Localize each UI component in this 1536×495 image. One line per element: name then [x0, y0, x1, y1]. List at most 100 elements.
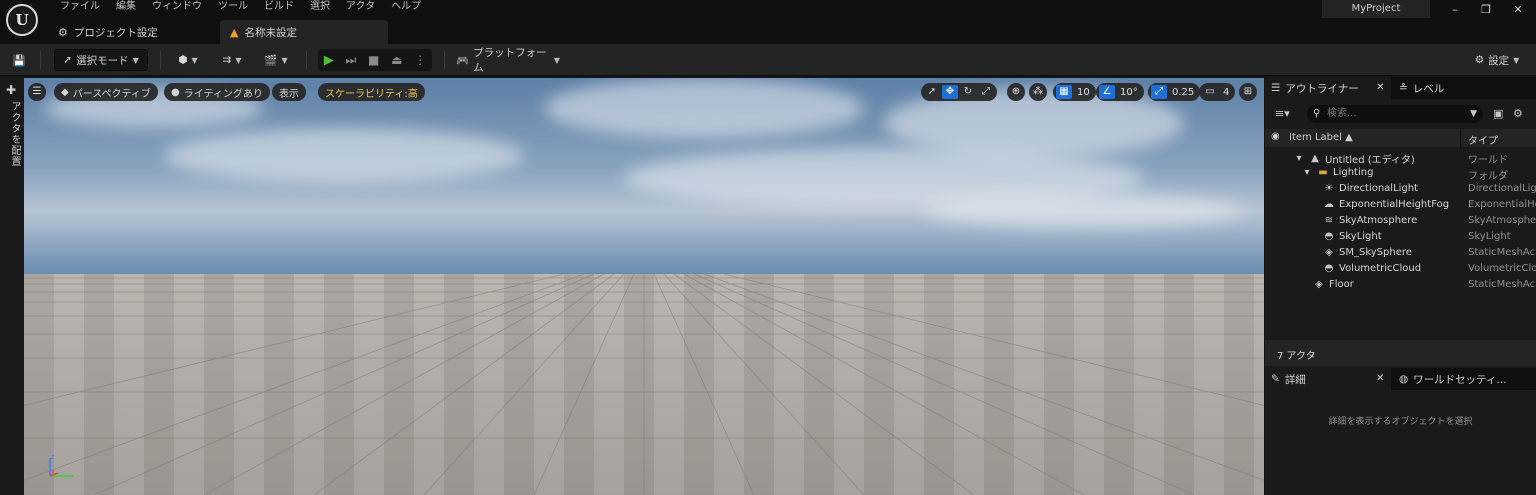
platforms-dropdown[interactable]: 🎮 プラットフォーム ▼ — [456, 47, 560, 74]
volumetric-cloud-icon: ◓ — [1324, 263, 1334, 274]
gear-icon: ⚙ — [1474, 54, 1485, 66]
place-actor-icon[interactable]: ✚ — [6, 83, 16, 97]
view-mode-label: ライティングあり — [183, 88, 263, 100]
details-tabs: ✎ 詳細 ✕ ◍ ワールドセッティ... — [1265, 368, 1536, 390]
tree-row[interactable]: ≋ SkyAtmosphere SkyAtmosphe — [1265, 214, 1536, 230]
tab-project-settings[interactable]: ⚙ プロジェクト設定 — [48, 20, 218, 44]
tree-row[interactable]: ▾ ▬ Lighting フォルダ — [1265, 166, 1536, 182]
settings-dropdown[interactable]: ⚙ 設定 ▼ — [1466, 49, 1528, 71]
camera-speed-value: 4 — [1223, 86, 1230, 98]
tab-levels[interactable]: ≗ レベル — [1393, 77, 1473, 99]
menu-tools[interactable]: ツール — [210, 0, 256, 16]
tree-row[interactable]: ☀ DirectionalLight DirectionalLight — [1265, 182, 1536, 198]
rotation-snap-value: 10° — [1120, 86, 1138, 98]
rotate-tool-icon[interactable]: ↻ — [960, 85, 976, 99]
grid-snap-group[interactable]: ▦ 10 — [1053, 83, 1096, 101]
eject-icon[interactable]: ⏏ — [391, 53, 402, 67]
menu-actor[interactable]: アクタ — [338, 0, 383, 16]
search-input[interactable]: ⚲ 検索... ▼ — [1307, 105, 1483, 123]
level-icon: ▲ — [1311, 153, 1319, 164]
cloud — [164, 128, 524, 183]
play-icon[interactable]: ▶ — [324, 53, 334, 68]
chevron-down-icon: ▼ — [281, 55, 288, 65]
select-tool-icon[interactable]: ➚ — [924, 85, 940, 99]
minimize-icon[interactable]: – — [1443, 2, 1467, 18]
expand-arrow-icon[interactable]: ▾ — [1301, 167, 1313, 178]
levels-tab-label: レベル — [1412, 82, 1445, 95]
scale-snap-group[interactable]: ⤢ 0.25 — [1148, 83, 1201, 101]
filter-icon[interactable]: ≡▾ — [1275, 107, 1290, 120]
unreal-logo-icon[interactable]: U — [6, 4, 38, 36]
row-label: SkyLight — [1339, 231, 1382, 242]
menu-window[interactable]: ウィンドウ — [144, 0, 210, 16]
camera-speed-group[interactable]: ▭ 4 — [1199, 83, 1236, 101]
tab-untitled-level[interactable]: ▲ 名称未設定 — [220, 20, 388, 44]
outliner-icon: ☰ — [1271, 82, 1281, 94]
place-actors-tab[interactable]: アクタを配置 — [7, 101, 22, 167]
chevron-down-icon: ▼ — [132, 55, 139, 65]
divider — [40, 51, 41, 69]
tab-outliner[interactable]: ☰ アウトライナー — [1265, 77, 1391, 99]
row-type: ExponentialHe — [1468, 199, 1536, 210]
tree-row[interactable]: ◈ Floor StaticMeshAc — [1265, 278, 1536, 294]
scalability-button[interactable]: スケーラビリティ:高 — [318, 83, 425, 101]
select-mode-dropdown[interactable]: ➚ 選択モード ▼ — [54, 49, 148, 71]
tree-row[interactable]: ◈ SM_SkySphere StaticMeshAc — [1265, 246, 1536, 262]
tab-details[interactable]: ✎ 詳細 — [1265, 368, 1391, 390]
divider — [1460, 129, 1461, 147]
translate-tool-icon[interactable]: ✥ — [942, 85, 958, 99]
add-actor-button[interactable]: ⬢ ▼ — [172, 49, 204, 71]
platform-label: プラットフォーム — [473, 47, 547, 74]
chevron-down-icon: ▼ — [1470, 109, 1477, 119]
view-mode-button[interactable]: ● ライティングあり — [164, 83, 270, 101]
world-local-icon[interactable]: ⊕ — [1007, 83, 1025, 101]
column-item-label[interactable]: Item Label ▲ — [1289, 132, 1353, 143]
close-icon[interactable]: ✕ — [1506, 2, 1530, 18]
add-cube-icon: ⬢ — [178, 54, 188, 66]
viewport-menu-icon[interactable]: ☰ — [28, 83, 46, 101]
close-icon[interactable]: ✕ — [1376, 373, 1384, 384]
perspective-button[interactable]: ◆ パースペクティブ — [54, 83, 158, 101]
menu-build[interactable]: ビルド — [256, 0, 302, 16]
show-button[interactable]: 表示 — [272, 83, 306, 101]
tab-world-settings[interactable]: ◍ ワールドセッティ... — [1393, 368, 1533, 390]
row-label: Lighting — [1333, 167, 1374, 178]
grid-snap-icon: ▦ — [1056, 85, 1072, 99]
project-name: MyProject — [1322, 0, 1430, 18]
grid-snap-value: 10 — [1077, 86, 1090, 98]
menu-edit[interactable]: 編集 — [108, 0, 144, 16]
row-label: Floor — [1329, 279, 1354, 290]
scale-tool-icon[interactable]: ⤢ — [978, 85, 994, 99]
row-type: StaticMeshAc — [1468, 247, 1536, 258]
show-label: 表示 — [279, 88, 299, 100]
surface-snap-icon[interactable]: ⁂ — [1029, 83, 1047, 101]
visibility-icon[interactable]: ◉ — [1271, 131, 1280, 142]
menu-help[interactable]: ヘルプ — [383, 0, 429, 16]
cursor-icon: ➚ — [63, 54, 73, 66]
level-viewport[interactable]: ☰ ◆ パースペクティブ ● ライティングあり 表示 スケーラビリティ:高 ➚ … — [24, 78, 1264, 495]
blueprint-button[interactable]: ⇉ ▼ — [216, 49, 248, 71]
viewport-layout-icon[interactable]: ⊞ — [1239, 83, 1257, 101]
more-options-icon[interactable]: ⋮ — [414, 53, 426, 67]
rotation-snap-group[interactable]: ∠ 10° — [1096, 83, 1144, 101]
tree-row[interactable]: ▾ ▲ Untitled (エディタ) ワールド — [1265, 150, 1536, 166]
right-panel: ☰ アウトライナー ✕ ≗ レベル ≡▾ ⚲ 検索... ▼ ▣ ⚙ ◉ Ite… — [1265, 77, 1536, 495]
restore-icon[interactable]: ❐ — [1474, 2, 1498, 18]
gear-icon[interactable]: ⚙ — [1513, 107, 1523, 120]
directional-light-icon: ☀ — [1324, 183, 1334, 194]
menu-select[interactable]: 選択 — [302, 0, 338, 16]
close-icon[interactable]: ✕ — [1376, 82, 1384, 93]
save-icon[interactable]: 💾 — [8, 49, 30, 71]
tree-row[interactable]: ◓ SkyLight SkyLight — [1265, 230, 1536, 246]
add-folder-icon[interactable]: ▣ — [1493, 107, 1503, 120]
frame-skip-icon[interactable]: ⏭ — [346, 53, 357, 68]
menu-file[interactable]: ファイル — [52, 0, 108, 16]
expand-arrow-icon[interactable]: ▾ — [1293, 153, 1305, 164]
stop-icon[interactable]: ■ — [368, 53, 379, 67]
row-label: SM_SkySphere — [1339, 247, 1412, 258]
cinematics-button[interactable]: 🎬 ▼ — [260, 49, 292, 71]
column-type[interactable]: タイプ — [1468, 132, 1498, 147]
tree-row[interactable]: ◓ VolumetricCloud VolumetricClo — [1265, 262, 1536, 278]
level-icon: ▲ — [230, 25, 239, 39]
tree-row[interactable]: ☁ ExponentialHeightFog ExponentialHe — [1265, 198, 1536, 214]
